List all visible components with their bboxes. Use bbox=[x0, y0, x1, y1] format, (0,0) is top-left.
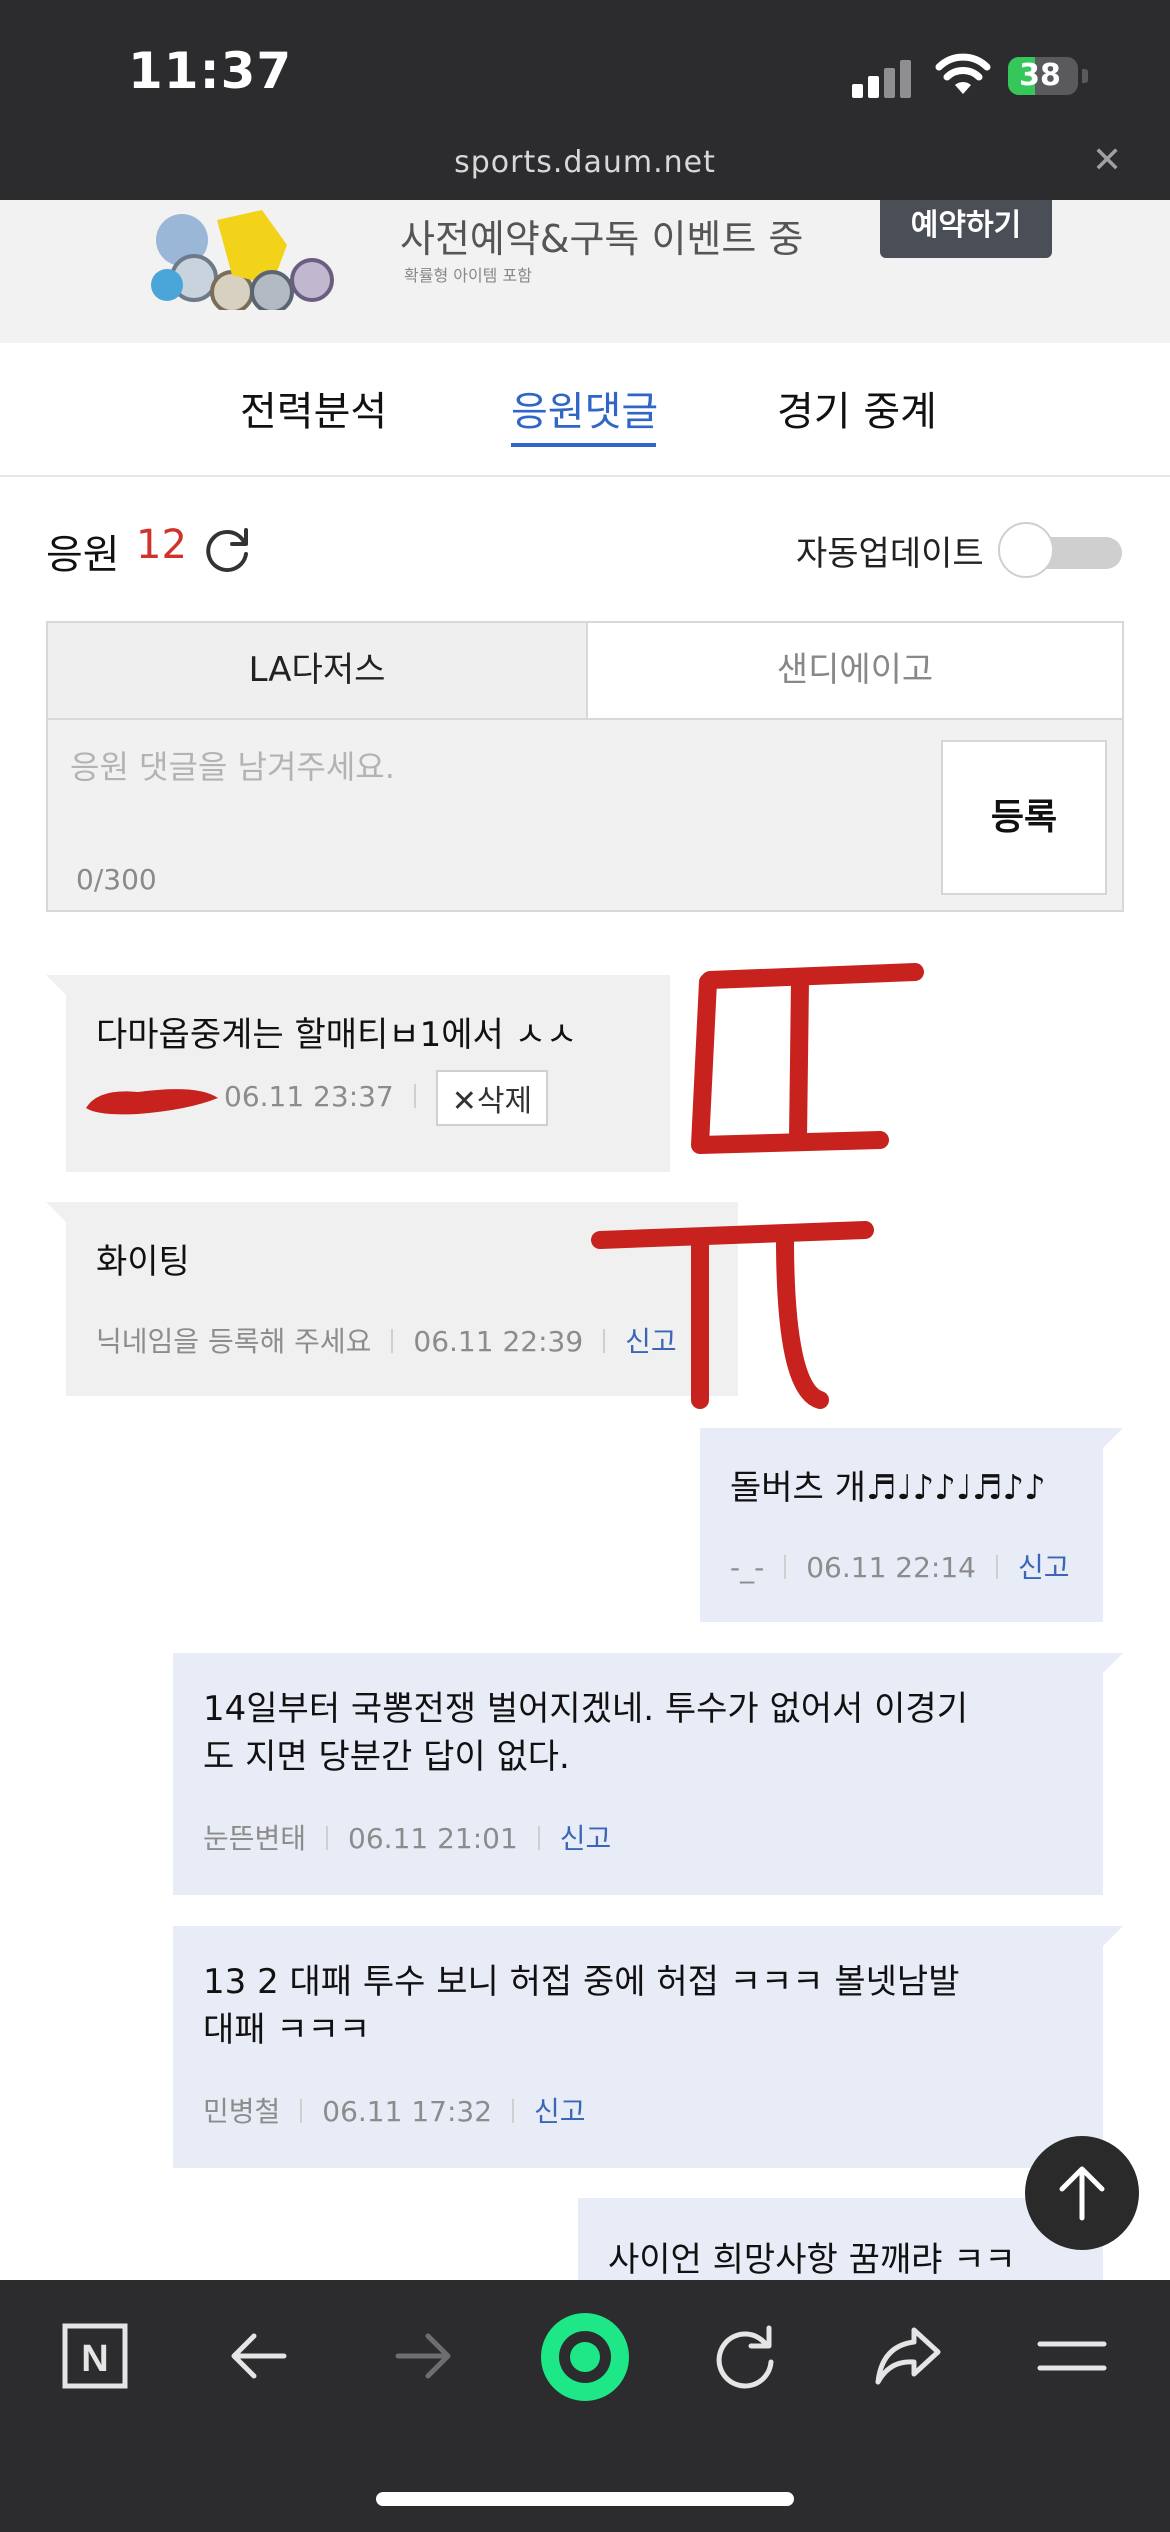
team-tab-padres[interactable]: 샌디에이고 bbox=[586, 623, 1122, 720]
comment-text: 14일부터 국뽕전쟁 벌어지겠네. 투수가 없어서 이경기 도 지면 당분간 답… bbox=[203, 1685, 968, 1781]
back-arrow-icon[interactable] bbox=[220, 2316, 300, 2396]
comment-time: 06.11 23:37 bbox=[224, 1080, 394, 1113]
cheer-label: 응원 bbox=[46, 532, 120, 578]
scroll-top-button[interactable] bbox=[1025, 2136, 1139, 2250]
comment-time: 06.11 22:14 bbox=[806, 1551, 976, 1584]
comment-author: 닉네임을 등록해 주세요 bbox=[96, 1325, 372, 1358]
comment-time: 06.11 21:01 bbox=[348, 1822, 518, 1855]
comment-meta: 민병철 06.11 17:32 신고 bbox=[203, 2090, 586, 2130]
char-count: 0/300 bbox=[76, 863, 157, 896]
comment-text: 다마옵중계는 할매티ㅂ1에서 ㅅㅅ bbox=[96, 1015, 578, 1055]
comment-item: 돌버츠 개♬♩♪♪♩♬♪♪ -_- 06.11 22:14 신고 bbox=[700, 1428, 1123, 1622]
comment-input[interactable] bbox=[70, 748, 950, 786]
comment-line: 도 지면 당분간 답이 없다. bbox=[203, 1737, 570, 1777]
tab-bar: 전력분석 응원댓글 경기 중계 bbox=[0, 343, 1170, 477]
team-tab-dodgers[interactable]: LA다저스 bbox=[48, 623, 586, 720]
comment-text: 돌버츠 개♬♩♪♪♩♬♪♪ bbox=[730, 1468, 1046, 1508]
forward-arrow-icon[interactable] bbox=[382, 2316, 462, 2396]
share-icon[interactable] bbox=[868, 2316, 948, 2396]
comment-item: 14일부터 국뽕전쟁 벌어지겠네. 투수가 없어서 이경기 도 지면 당분간 답… bbox=[173, 1653, 1123, 1895]
close-icon[interactable]: ✕ bbox=[1092, 140, 1122, 181]
battery-tip bbox=[1082, 69, 1088, 83]
comment-meta: -_- 06.11 22:14 신고 bbox=[730, 1546, 1070, 1586]
battery-percent: 38 bbox=[1019, 58, 1061, 93]
menu-icon[interactable] bbox=[1032, 2316, 1112, 2396]
submit-button[interactable]: 등록 bbox=[941, 740, 1107, 895]
green-home-icon[interactable] bbox=[540, 2312, 630, 2402]
comment-time: 06.11 22:39 bbox=[413, 1325, 584, 1358]
comment-line: 13 2 대패 투수 보니 허접 중에 허접 ㅋㅋㅋ 볼넷남발 bbox=[203, 1962, 960, 2002]
naver-letter: N bbox=[81, 2338, 108, 2380]
comment-text: 사이언 희망사항 꿈깨랴 ㅋㅋ bbox=[608, 2240, 1016, 2280]
refresh-icon[interactable] bbox=[200, 522, 254, 576]
home-indicator[interactable] bbox=[376, 2492, 794, 2506]
comment-meta: 눈뜬변태 06.11 21:01 신고 bbox=[203, 1817, 611, 1857]
author-redaction bbox=[86, 1089, 218, 1115]
comment-author: 눈뜬변태 bbox=[203, 1822, 307, 1855]
active-tab-indicator bbox=[511, 443, 656, 447]
comment-line: 14일부터 국뽕전쟁 벌어지겠네. 투수가 없어서 이경기 bbox=[203, 1689, 968, 1729]
auto-update-label: 자동업데이트 bbox=[796, 534, 984, 574]
ad-title: 사전예약&구독 이벤트 중 bbox=[400, 217, 804, 261]
cellular-signal-icon bbox=[852, 58, 912, 98]
comment-text: 화이팅 bbox=[96, 1242, 190, 1282]
comment-time: 06.11 17:32 bbox=[322, 2095, 493, 2128]
tab-analysis[interactable]: 전력분석 bbox=[240, 379, 387, 437]
report-link[interactable]: 신고 bbox=[1018, 1551, 1070, 1584]
delete-button[interactable]: ✕삭제 bbox=[435, 1070, 549, 1126]
reserve-button[interactable]: 예약하기 bbox=[880, 200, 1052, 258]
comment-form: LA다저스 샌디에이고 0/300 등록 bbox=[46, 621, 1124, 912]
reload-icon[interactable] bbox=[705, 2316, 785, 2396]
ad-subtitle: 확률형 아이템 포함 bbox=[404, 266, 532, 285]
wifi-icon bbox=[935, 53, 991, 94]
ad-banner[interactable]: 사전예약&구독 이벤트 중 확률형 아이템 포함 예약하기 bbox=[0, 200, 1170, 343]
auto-update-toggle[interactable] bbox=[998, 522, 1124, 578]
delete-label: 삭제 bbox=[476, 1084, 533, 1119]
tab-cheer-comments[interactable]: 응원댓글 bbox=[511, 379, 658, 437]
toggle-knob bbox=[998, 522, 1054, 578]
status-time: 11:37 bbox=[128, 42, 293, 100]
url-bar[interactable]: sports.daum.net bbox=[0, 145, 1170, 180]
report-link[interactable]: 신고 bbox=[534, 2095, 586, 2128]
browser-bottom-bar: N bbox=[0, 2280, 1170, 2532]
comment-meta: 06.11 23:37 ✕삭제 bbox=[78, 1070, 549, 1126]
comment-line: 대패 ㅋㅋㅋ bbox=[203, 2010, 371, 2050]
comment-author: -_- bbox=[730, 1551, 765, 1584]
ad-artwork bbox=[151, 210, 334, 310]
handwritten-annotation bbox=[591, 963, 924, 1409]
comment-item: 13 2 대패 투수 보니 허접 중에 허접 ㅋㅋㅋ 볼넷남발 대패 ㅋㅋㅋ 민… bbox=[173, 1926, 1123, 2168]
naver-n-icon[interactable]: N bbox=[55, 2316, 135, 2396]
comment-author: 민병철 bbox=[203, 2095, 281, 2128]
report-link[interactable]: 신고 bbox=[560, 1822, 612, 1855]
battery-icon: 38 bbox=[1008, 57, 1078, 95]
arrow-up-icon bbox=[1059, 2166, 1105, 2221]
status-bar: 11:37 38 sports.daum.net ✕ bbox=[0, 0, 1170, 200]
comment-text: 13 2 대패 투수 보니 허접 중에 허접 ㅋㅋㅋ 볼넷남발 대패 ㅋㅋㅋ bbox=[203, 1958, 959, 2054]
tab-live-relay[interactable]: 경기 중계 bbox=[777, 379, 937, 437]
cheer-count: 12 bbox=[136, 522, 187, 568]
